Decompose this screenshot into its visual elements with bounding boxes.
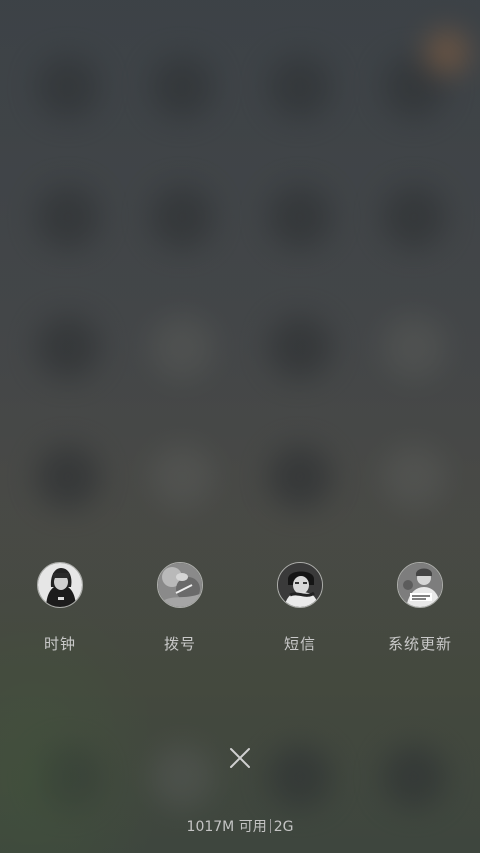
close-all-button[interactable]: [222, 740, 258, 776]
recent-app-label: 拨号: [163, 635, 196, 653]
avatar-hooded-person-icon: [37, 562, 83, 608]
available-memory: 1017M 可用: [186, 819, 267, 835]
close-icon: [230, 748, 250, 768]
recent-app-label: 时钟: [43, 635, 76, 653]
recent-app-system-update[interactable]: 系统更新: [370, 562, 470, 654]
recent-app-label: 短信: [283, 635, 316, 653]
network-type: 2G: [273, 819, 294, 835]
recent-app-dialer[interactable]: 拨号: [130, 562, 230, 654]
recent-app-clock[interactable]: 时钟: [10, 562, 110, 654]
avatar-scarf-person-icon: [277, 562, 323, 608]
recent-app-messages[interactable]: 短信: [250, 562, 350, 654]
memory-status: 1017M 可用 2G: [0, 816, 480, 836]
avatar-group-photo-icon: [397, 562, 443, 608]
divider: [269, 819, 271, 833]
recent-app-label: 系统更新: [387, 635, 452, 653]
recent-apps-screen: 时钟 拨号 短信 系统更新 1017M 可用 2G: [0, 0, 480, 853]
avatar-blurred-photo-icon: [157, 562, 203, 608]
recent-apps-row: 时钟 拨号 短信 系统更新: [0, 562, 480, 662]
